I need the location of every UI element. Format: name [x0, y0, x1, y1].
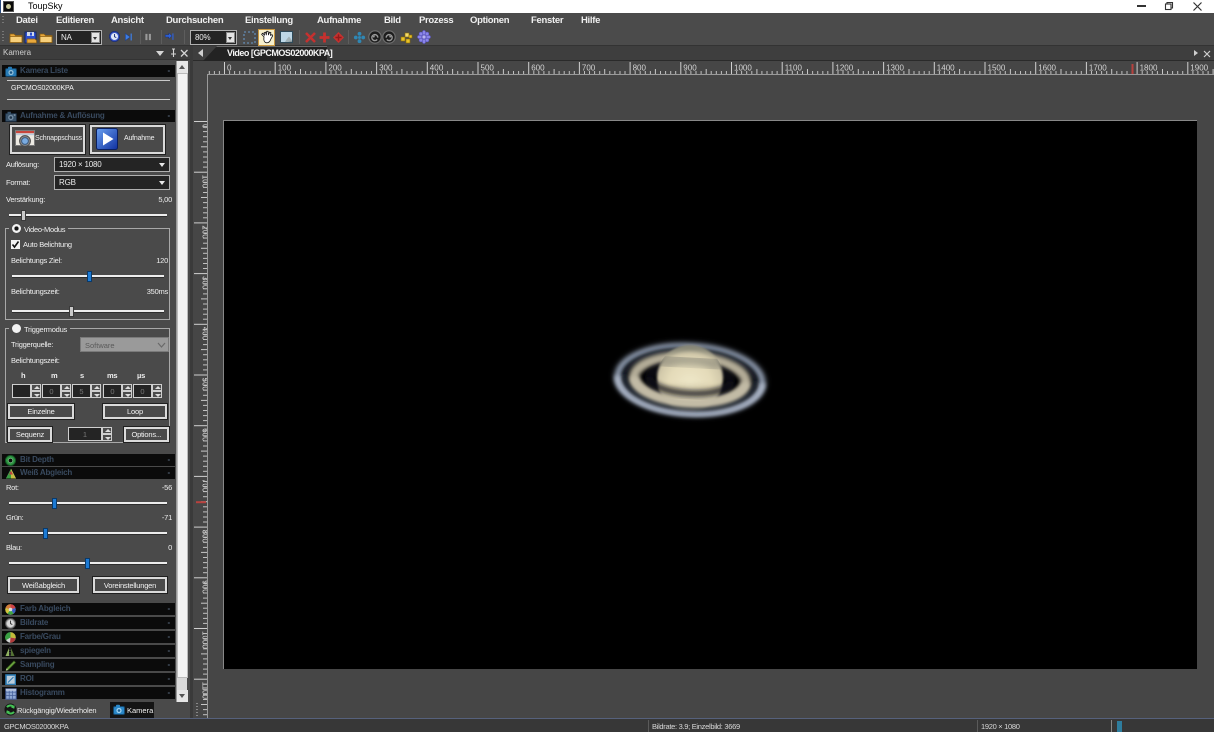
svg-text:800: 800 — [633, 64, 647, 73]
svg-text:600: 600 — [531, 64, 545, 73]
svg-text:100: 100 — [278, 64, 292, 73]
svg-text:200: 200 — [328, 64, 342, 73]
svg-text:300: 300 — [379, 64, 393, 73]
svg-text:900: 900 — [683, 64, 697, 73]
svg-text:700: 700 — [582, 64, 596, 73]
svg-text:400: 400 — [430, 64, 444, 73]
svg-text:500: 500 — [481, 64, 495, 73]
